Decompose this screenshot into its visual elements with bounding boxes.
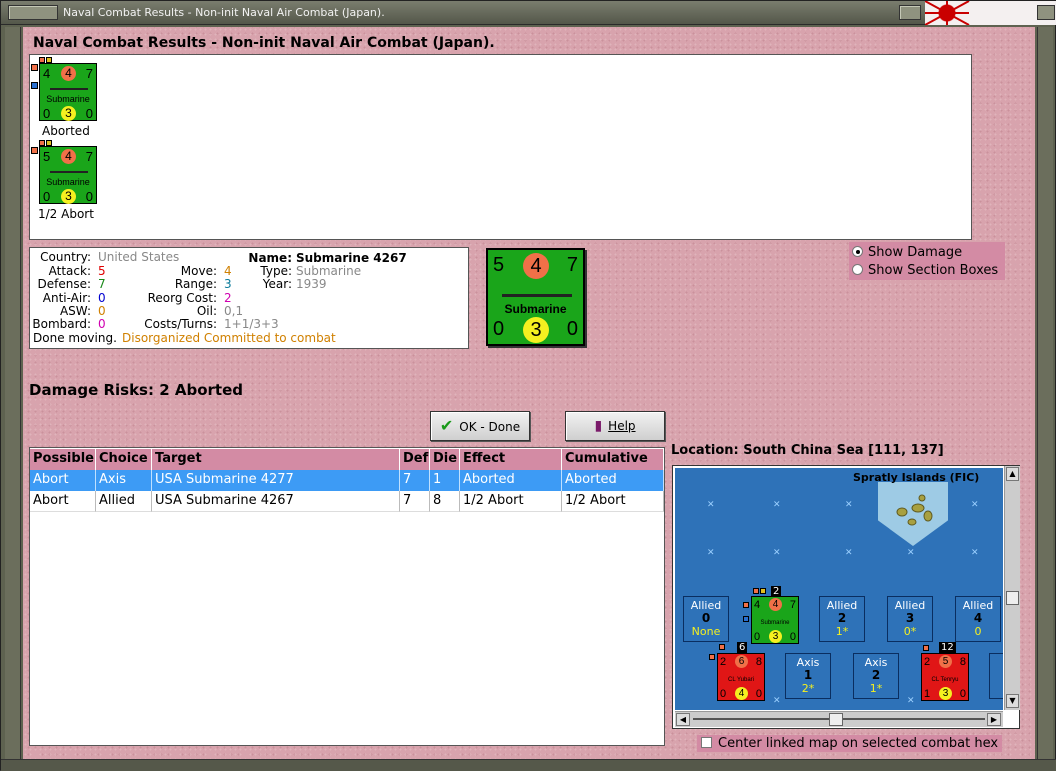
wave-icon: ✕ [971, 500, 979, 510]
damage-risks-label: Damage Risks: 2 Aborted [29, 381, 243, 399]
status-marker-icon [923, 645, 929, 651]
checkmark-icon: ✔ [439, 416, 454, 435]
window-title: Naval Combat Results - Non-init Naval Ai… [63, 6, 385, 19]
book-icon: ▮ [594, 418, 603, 434]
allied-section-box[interactable]: Allied 3 0* [887, 596, 933, 642]
frame-left [5, 27, 21, 759]
table-row[interactable]: Abort Axis USA Submarine 4277 7 1 Aborte… [30, 470, 664, 491]
status-marker-icon [743, 616, 749, 622]
checkbox-unchecked-icon [701, 737, 712, 748]
frame-bottom [1, 759, 1056, 771]
status-marker-icon [31, 64, 38, 71]
allied-section-box[interactable]: Allied 4 0 [955, 596, 1001, 642]
wave-icon: ✕ [707, 500, 715, 510]
unit-name: Submarine 4267 [296, 251, 407, 265]
unit-info-panel: Country: United States Attack: 5 Defense… [29, 247, 469, 349]
frame-right [1037, 27, 1053, 759]
ok-done-button[interactable]: ✔ OK - Done [430, 411, 530, 441]
status-marker-icon [719, 644, 725, 650]
wave-icon: ✕ [773, 548, 781, 558]
combat-results-table: Possible Choice Target Def Die Effect Cu… [29, 447, 665, 746]
scroll-down-icon[interactable]: ▼ [1006, 694, 1019, 708]
axis-section-box[interactable]: Axis 1 2* [785, 653, 831, 699]
maximize-button[interactable] [899, 5, 921, 20]
map-unit-counter[interactable]: 2 5 8 CL Tenryu 1 3 0 [921, 653, 969, 701]
wave-icon: ✕ [971, 548, 979, 558]
title-bar[interactable]: Naval Combat Results - Non-init Naval Ai… [1, 1, 1056, 25]
wave-icon: ✕ [907, 548, 915, 558]
status-marker-icon [753, 588, 759, 594]
map-viewport[interactable]: ✕ ✕ ✕ ✕ ✕ ✕ ✕ ✕ ✕ ✕ ✕ Spratly Islands (F… [675, 468, 1003, 710]
unit-status-flags: Disorganized Committed to combat [122, 331, 336, 345]
map-vertical-scrollbar[interactable]: ▲ ▼ [1004, 466, 1020, 710]
allied-section-box[interactable]: Allied 0 None [683, 596, 729, 642]
wave-icon: ✕ [845, 548, 853, 558]
allied-section-box[interactable]: Allied 2 1* [819, 596, 865, 642]
radio-unchecked-icon [852, 264, 863, 275]
linked-map: ✕ ✕ ✕ ✕ ✕ ✕ ✕ ✕ ✕ ✕ ✕ Spratly Islands (F… [672, 465, 1020, 729]
wave-icon: ✕ [773, 696, 781, 706]
help-button[interactable]: ▮ Help [565, 411, 665, 441]
selected-unit-counter: 5 4 7 Submarine 0 3 0 [486, 248, 585, 346]
status-marker-icon [743, 602, 749, 608]
status-marker-icon [31, 82, 38, 89]
map-horizontal-scrollbar[interactable]: ◀ ▶ [675, 711, 1003, 727]
axis-section-box-partial[interactable] [989, 653, 1003, 699]
unit-counter[interactable]: 5 4 7 Submarine 0 3 0 [39, 146, 97, 204]
scroll-thumb[interactable] [829, 713, 843, 726]
wave-icon: ✕ [907, 696, 915, 706]
show-damage-radio[interactable]: Show Damage [852, 245, 962, 260]
status-marker-icon [709, 654, 715, 660]
wave-icon: ✕ [707, 548, 715, 558]
scroll-right-icon[interactable]: ▶ [987, 713, 1001, 726]
unit-status-label: 1/2 Abort [38, 207, 94, 221]
map-unit-counter[interactable]: 2 6 8 CL Yubari 0 4 0 [717, 653, 765, 701]
status-marker-icon [760, 588, 766, 594]
center-map-checkbox[interactable]: Center linked map on selected combat hex [697, 735, 1003, 752]
unit-counter[interactable]: 4 4 7 Submarine 0 3 0 [39, 63, 97, 121]
system-menu-button[interactable] [8, 5, 58, 20]
location-label: Location: South China Sea [111, 137] [671, 443, 944, 458]
wave-icon: ✕ [773, 500, 781, 510]
page-title: Naval Combat Results - Non-init Naval Ai… [33, 35, 495, 51]
ship-silhouette-icon [502, 294, 572, 297]
ship-silhouette-icon [50, 88, 88, 90]
ship-silhouette-icon [50, 171, 88, 173]
island-name-label: Spratly Islands (FIC) [853, 471, 980, 484]
combat-results-window: Naval Combat Results - Non-init Naval Ai… [0, 0, 1056, 771]
table-header: Possible Choice Target Def Die Effect Cu… [30, 449, 664, 470]
scroll-up-icon[interactable]: ▲ [1006, 467, 1019, 481]
radio-checked-icon [852, 246, 863, 257]
island-hex [878, 482, 948, 546]
table-row[interactable]: Abort Allied USA Submarine 4267 7 8 1/2 … [30, 491, 664, 512]
map-unit-counter[interactable]: 4 4 7 Submarine 0 3 0 [751, 596, 799, 644]
scroll-thumb[interactable] [1006, 591, 1019, 605]
show-section-boxes-radio[interactable]: Show Section Boxes [852, 263, 998, 278]
dialog-client-area: Naval Combat Results - Non-init Naval Ai… [23, 27, 1035, 759]
axis-section-box[interactable]: Axis 2 1* [853, 653, 899, 699]
display-options: Show Damage Show Section Boxes [849, 242, 1005, 280]
wave-icon: ✕ [845, 500, 853, 510]
close-button[interactable] [1037, 5, 1055, 20]
status-marker-icon [31, 147, 38, 154]
unit-status-label: Aborted [42, 124, 90, 138]
results-panel: 4 4 7 Submarine 0 3 0 Aborted 5 4 7 Subm… [29, 54, 972, 240]
scroll-left-icon[interactable]: ◀ [676, 713, 690, 726]
